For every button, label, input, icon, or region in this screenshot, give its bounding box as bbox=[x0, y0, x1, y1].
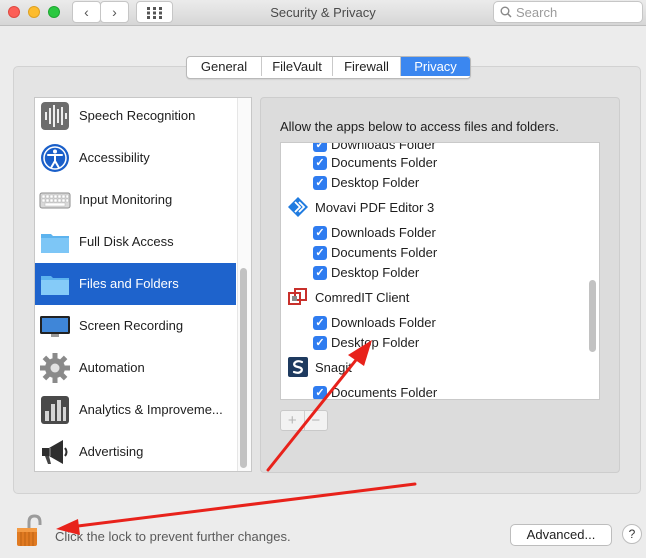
unlocked-lock-icon[interactable] bbox=[16, 513, 42, 547]
app-row-movavi[interactable]: Movavi PDF Editor 3 bbox=[281, 196, 599, 221]
folder-icon bbox=[41, 276, 69, 295]
permission-row[interactable]: ✓ Downloads Folder bbox=[281, 223, 599, 243]
advanced-button[interactable]: Advanced... bbox=[510, 524, 612, 546]
permission-label: Desktop Folder bbox=[331, 175, 420, 190]
analytics-icon bbox=[41, 396, 69, 424]
checkbox[interactable]: ✓ bbox=[313, 316, 327, 330]
checkbox[interactable]: ✓ bbox=[313, 386, 327, 399]
tab-filevault[interactable]: FileVault bbox=[262, 57, 333, 76]
add-remove-buttons: + − bbox=[280, 410, 328, 431]
tab-general[interactable]: General bbox=[187, 57, 262, 76]
tab-bar: General FileVault Firewall Privacy bbox=[186, 56, 471, 79]
category-files-and-folders[interactable]: Files and Folders bbox=[35, 263, 236, 305]
checkbox[interactable]: ✓ bbox=[313, 226, 327, 240]
category-label: Automation bbox=[79, 360, 145, 375]
help-button[interactable]: ? bbox=[622, 524, 642, 544]
permission-label: Documents Folder bbox=[331, 385, 438, 400]
category-label: Advertising bbox=[79, 444, 144, 459]
folder-icon bbox=[41, 234, 69, 253]
permission-row[interactable]: ✓ Desktop Folder bbox=[281, 173, 599, 193]
search-input[interactable] bbox=[516, 4, 636, 20]
category-label: Screen Recording bbox=[79, 318, 184, 333]
lock-status-text: Click the lock to prevent further change… bbox=[55, 529, 291, 544]
category-speech-recognition[interactable]: Speech Recognition bbox=[35, 98, 236, 137]
permission-label: Desktop Folder bbox=[331, 265, 420, 280]
app-name: Snagit bbox=[315, 360, 352, 375]
permission-row[interactable]: ✓ Documents Folder bbox=[281, 243, 599, 263]
app-name: ComredIT Client bbox=[315, 290, 410, 305]
category-input-monitoring[interactable]: Input Monitoring bbox=[35, 179, 236, 221]
category-label: Input Monitoring bbox=[79, 192, 173, 207]
checkbox[interactable]: ✓ bbox=[313, 156, 327, 170]
checkbox[interactable]: ✓ bbox=[313, 143, 327, 152]
permission-label: Desktop Folder bbox=[331, 335, 420, 350]
display-icon bbox=[40, 316, 70, 337]
tab-firewall[interactable]: Firewall bbox=[333, 57, 401, 76]
permission-label: Downloads Folder bbox=[331, 315, 436, 330]
privacy-category-list[interactable]: Speech Recognition Accessibility Input M… bbox=[34, 97, 252, 472]
category-label: Analytics & Improveme... bbox=[79, 402, 223, 417]
permission-row[interactable]: ✓ Documents Folder bbox=[281, 153, 599, 173]
category-full-disk-access[interactable]: Full Disk Access bbox=[35, 221, 236, 263]
remove-app-button[interactable]: − bbox=[305, 411, 328, 430]
category-screen-recording[interactable]: Screen Recording bbox=[35, 305, 236, 347]
category-advertising[interactable]: Advertising bbox=[35, 431, 236, 471]
category-accessibility[interactable]: Accessibility bbox=[35, 137, 236, 179]
permission-label: Documents Folder bbox=[331, 155, 438, 170]
search-icon bbox=[500, 6, 512, 18]
keyboard-icon bbox=[39, 192, 71, 209]
app-list-scroll-thumb[interactable] bbox=[589, 280, 596, 352]
permission-row[interactable]: ✓ Documents Folder bbox=[281, 383, 599, 400]
category-analytics[interactable]: Analytics & Improveme... bbox=[35, 389, 236, 431]
category-label: Accessibility bbox=[79, 150, 150, 165]
permission-row[interactable]: ✓ Desktop Folder bbox=[281, 333, 599, 353]
app-row-comredit[interactable]: ComredIT Client bbox=[281, 286, 599, 311]
accessibility-icon bbox=[41, 144, 69, 172]
tab-privacy[interactable]: Privacy bbox=[401, 57, 470, 76]
snagit-icon bbox=[288, 357, 308, 377]
category-automation[interactable]: Automation bbox=[35, 347, 236, 389]
checkbox[interactable]: ✓ bbox=[313, 266, 327, 280]
comredit-icon bbox=[288, 288, 307, 305]
app-row-snagit[interactable]: Snagit bbox=[281, 356, 599, 381]
pane-description: Allow the apps below to access files and… bbox=[280, 119, 559, 134]
permission-label: Downloads Folder bbox=[331, 142, 436, 152]
permission-label: Documents Folder bbox=[331, 245, 438, 260]
gear-icon bbox=[40, 353, 70, 383]
megaphone-icon bbox=[42, 440, 68, 464]
permission-row[interactable]: ✓ Desktop Folder bbox=[281, 263, 599, 283]
checkbox[interactable]: ✓ bbox=[313, 176, 327, 190]
permission-label: Downloads Folder bbox=[331, 225, 436, 240]
category-label: Files and Folders bbox=[79, 276, 179, 291]
add-app-button[interactable]: + bbox=[281, 411, 305, 430]
category-label: Speech Recognition bbox=[79, 108, 196, 123]
checkbox[interactable]: ✓ bbox=[313, 246, 327, 260]
category-label: Full Disk Access bbox=[79, 234, 174, 249]
waveform-icon bbox=[41, 102, 69, 130]
permission-row[interactable]: ✓ Downloads Folder bbox=[281, 313, 599, 333]
app-permission-list[interactable]: ✓ Downloads Folder ✓ Documents Folder ✓ … bbox=[280, 142, 600, 400]
category-scroll-thumb[interactable] bbox=[240, 268, 247, 468]
movavi-icon bbox=[288, 197, 308, 217]
app-name: Movavi PDF Editor 3 bbox=[315, 200, 435, 215]
checkbox[interactable]: ✓ bbox=[313, 336, 327, 350]
search-field[interactable] bbox=[493, 1, 643, 23]
